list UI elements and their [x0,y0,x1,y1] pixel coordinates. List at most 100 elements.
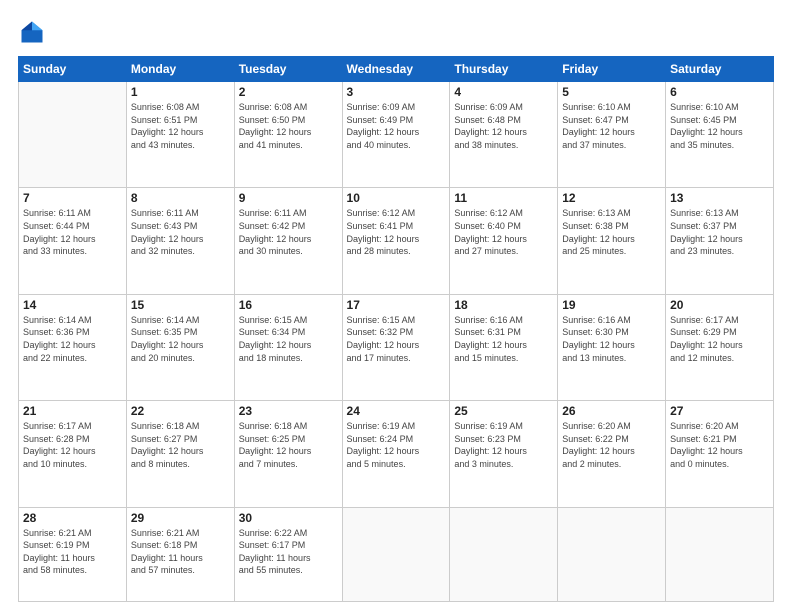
calendar-cell: 13Sunrise: 6:13 AM Sunset: 6:37 PM Dayli… [666,188,774,294]
day-info: Sunrise: 6:08 AM Sunset: 6:50 PM Dayligh… [239,101,338,151]
calendar-cell: 19 Sunrise: 6:16 AM Sunset: 6:30 PM Dayli… [558,294,666,400]
day-info: Sunrise: 6:14 AM Sunset: 6:36 PM Dayligh… [23,314,122,364]
day-info: Sunrise: 6:09 AM Sunset: 6:49 PM Dayligh… [347,101,446,151]
day-number: 26 [562,404,661,418]
calendar-cell [666,507,774,601]
day-number: 30 [239,511,338,525]
day-info: Sunrise: 6:20 AM Sunset: 6:21 PM Dayligh… [670,420,769,470]
calendar-cell: 10Sunrise: 6:12 AM Sunset: 6:41 PM Dayli… [342,188,450,294]
day-number: 23 [239,404,338,418]
calendar-cell [19,82,127,188]
calendar-cell: 3 Sunrise: 6:09 AM Sunset: 6:49 PM Daylig… [342,82,450,188]
day-info: Sunrise: 6:15 AM Sunset: 6:34 PM Dayligh… [239,314,338,364]
calendar-cell: 6 Sunrise: 6:10 AM Sunset: 6:45 PM Daylig… [666,82,774,188]
calendar-table: SundayMondayTuesdayWednesdayThursdayFrid… [18,56,774,602]
day-info: Sunrise: 6:15 AM Sunset: 6:32 PM Dayligh… [347,314,446,364]
day-number: 11 [454,191,553,205]
day-number: 3 [347,85,446,99]
day-info: Sunrise: 6:11 AM Sunset: 6:43 PM Dayligh… [131,207,230,257]
day-info: Sunrise: 6:17 AM Sunset: 6:29 PM Dayligh… [670,314,769,364]
day-info: Sunrise: 6:08 AM Sunset: 6:51 PM Dayligh… [131,101,230,151]
day-number: 15 [131,298,230,312]
week-row-1: 1 Sunrise: 6:08 AM Sunset: 6:51 PM Daylig… [19,82,774,188]
day-number: 20 [670,298,769,312]
calendar-cell: 8 Sunrise: 6:11 AM Sunset: 6:43 PM Daylig… [126,188,234,294]
day-info: Sunrise: 6:20 AM Sunset: 6:22 PM Dayligh… [562,420,661,470]
calendar-cell: 2Sunrise: 6:08 AM Sunset: 6:50 PM Daylig… [234,82,342,188]
day-info: Sunrise: 6:11 AM Sunset: 6:44 PM Dayligh… [23,207,122,257]
day-info: Sunrise: 6:19 AM Sunset: 6:24 PM Dayligh… [347,420,446,470]
day-number: 19 [562,298,661,312]
day-info: Sunrise: 6:21 AM Sunset: 6:18 PM Dayligh… [131,527,230,577]
calendar-cell: 20 Sunrise: 6:17 AM Sunset: 6:29 PM Dayli… [666,294,774,400]
day-info: Sunrise: 6:09 AM Sunset: 6:48 PM Dayligh… [454,101,553,151]
calendar-cell [450,507,558,601]
day-number: 28 [23,511,122,525]
day-info: Sunrise: 6:13 AM Sunset: 6:37 PM Dayligh… [670,207,769,257]
calendar-cell: 17 Sunrise: 6:15 AM Sunset: 6:32 PM Dayli… [342,294,450,400]
day-number: 10 [347,191,446,205]
day-number: 29 [131,511,230,525]
weekday-header-tuesday: Tuesday [234,57,342,82]
calendar-cell: 5 Sunrise: 6:10 AM Sunset: 6:47 PM Daylig… [558,82,666,188]
day-info: Sunrise: 6:11 AM Sunset: 6:42 PM Dayligh… [239,207,338,257]
calendar-cell: 11 Sunrise: 6:12 AM Sunset: 6:40 PM Dayli… [450,188,558,294]
calendar-cell: 16 Sunrise: 6:15 AM Sunset: 6:34 PM Dayli… [234,294,342,400]
weekday-header-sunday: Sunday [19,57,127,82]
calendar-cell: 15 Sunrise: 6:14 AM Sunset: 6:35 PM Dayli… [126,294,234,400]
day-info: Sunrise: 6:12 AM Sunset: 6:40 PM Dayligh… [454,207,553,257]
logo-icon [18,18,46,46]
calendar-cell [558,507,666,601]
day-info: Sunrise: 6:13 AM Sunset: 6:38 PM Dayligh… [562,207,661,257]
logo [18,18,50,46]
day-number: 24 [347,404,446,418]
day-number: 27 [670,404,769,418]
day-number: 16 [239,298,338,312]
weekday-header-monday: Monday [126,57,234,82]
calendar-cell: 14 Sunrise: 6:14 AM Sunset: 6:36 PM Dayli… [19,294,127,400]
day-info: Sunrise: 6:21 AM Sunset: 6:19 PM Dayligh… [23,527,122,577]
weekday-header-wednesday: Wednesday [342,57,450,82]
day-info: Sunrise: 6:22 AM Sunset: 6:17 PM Dayligh… [239,527,338,577]
page: SundayMondayTuesdayWednesdayThursdayFrid… [0,0,792,612]
calendar-cell: 28 Sunrise: 6:21 AM Sunset: 6:19 PM Dayli… [19,507,127,601]
week-row-5: 28 Sunrise: 6:21 AM Sunset: 6:19 PM Dayli… [19,507,774,601]
weekday-header-friday: Friday [558,57,666,82]
day-number: 22 [131,404,230,418]
calendar-cell: 27 Sunrise: 6:20 AM Sunset: 6:21 PM Dayli… [666,401,774,507]
calendar-cell: 24 Sunrise: 6:19 AM Sunset: 6:24 PM Dayli… [342,401,450,507]
day-info: Sunrise: 6:14 AM Sunset: 6:35 PM Dayligh… [131,314,230,364]
calendar-cell: 23 Sunrise: 6:18 AM Sunset: 6:25 PM Dayli… [234,401,342,507]
calendar-cell: 9 Sunrise: 6:11 AM Sunset: 6:42 PM Daylig… [234,188,342,294]
calendar-cell: 29 Sunrise: 6:21 AM Sunset: 6:18 PM Dayli… [126,507,234,601]
day-number: 6 [670,85,769,99]
day-number: 21 [23,404,122,418]
calendar-cell: 7 Sunrise: 6:11 AM Sunset: 6:44 PM Daylig… [19,188,127,294]
day-number: 14 [23,298,122,312]
day-info: Sunrise: 6:10 AM Sunset: 6:45 PM Dayligh… [670,101,769,151]
day-number: 8 [131,191,230,205]
day-number: 18 [454,298,553,312]
day-info: Sunrise: 6:17 AM Sunset: 6:28 PM Dayligh… [23,420,122,470]
day-info: Sunrise: 6:10 AM Sunset: 6:47 PM Dayligh… [562,101,661,151]
day-number: 7 [23,191,122,205]
day-number: 1 [131,85,230,99]
calendar-cell: 21 Sunrise: 6:17 AM Sunset: 6:28 PM Dayli… [19,401,127,507]
day-info: Sunrise: 6:19 AM Sunset: 6:23 PM Dayligh… [454,420,553,470]
day-info: Sunrise: 6:18 AM Sunset: 6:27 PM Dayligh… [131,420,230,470]
day-info: Sunrise: 6:18 AM Sunset: 6:25 PM Dayligh… [239,420,338,470]
calendar-cell: 18Sunrise: 6:16 AM Sunset: 6:31 PM Dayli… [450,294,558,400]
calendar-cell: 12Sunrise: 6:13 AM Sunset: 6:38 PM Dayli… [558,188,666,294]
calendar-cell: 22 Sunrise: 6:18 AM Sunset: 6:27 PM Dayli… [126,401,234,507]
day-number: 9 [239,191,338,205]
calendar-cell: 1 Sunrise: 6:08 AM Sunset: 6:51 PM Daylig… [126,82,234,188]
day-number: 5 [562,85,661,99]
weekday-header-row: SundayMondayTuesdayWednesdayThursdayFrid… [19,57,774,82]
day-info: Sunrise: 6:16 AM Sunset: 6:30 PM Dayligh… [562,314,661,364]
calendar-cell: 4 Sunrise: 6:09 AM Sunset: 6:48 PM Daylig… [450,82,558,188]
day-number: 17 [347,298,446,312]
week-row-2: 7 Sunrise: 6:11 AM Sunset: 6:44 PM Daylig… [19,188,774,294]
day-number: 25 [454,404,553,418]
weekday-header-thursday: Thursday [450,57,558,82]
day-number: 4 [454,85,553,99]
